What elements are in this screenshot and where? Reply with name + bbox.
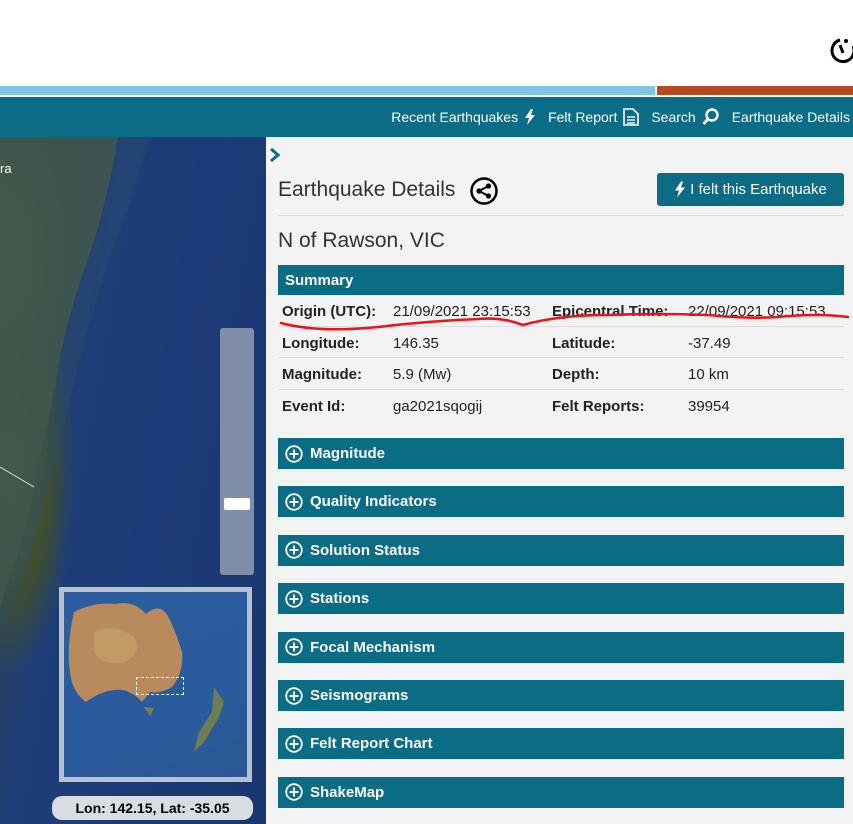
summary-table: Origin (UTC): 21/09/2021 23:15:53 Epicen… [278,295,844,421]
section-solution-status[interactable]: Solution Status [278,534,844,566]
summary-key: Origin (UTC): [282,303,377,320]
section-label: Solution Status [310,541,420,559]
document-icon [623,108,640,126]
summary-header: Summary [278,265,844,295]
table-row: Origin (UTC): 21/09/2021 23:15:53 Epicen… [278,295,844,327]
plus-circle-icon [285,638,303,656]
summary-value: 21/09/2021 23:15:53 [393,303,531,320]
summary-key: Magnitude: [282,366,362,383]
section-label: Focal Mechanism [310,638,436,656]
section-felt-report-chart[interactable]: Felt Report Chart [278,728,844,760]
summary-key: Event Id: [282,397,346,415]
plus-circle-icon [285,493,303,511]
summary-value: 22/09/2021 09:15:53 [688,303,826,320]
lightning-icon [525,109,536,125]
share-icon[interactable] [470,177,498,205]
summary-value: 146.35 [393,334,439,352]
summary-key: Felt Reports: [552,397,645,415]
plus-circle-icon [285,589,303,608]
section-label: Seismograms [310,687,409,704]
section-label: Stations [310,590,370,608]
search-icon [702,108,719,126]
summary-value: ga2021sqogij [393,397,483,415]
minimap-view-box [136,677,184,695]
nav-search[interactable]: Search [651,108,719,126]
section-magnitude[interactable]: Magnitude [278,438,844,469]
nav-felt-report-label: Felt Report [548,109,618,125]
header-stripe-blue [0,86,655,95]
nav-earthquake-details[interactable]: Earthquake Details [732,109,850,125]
summary-key: Epicentral Time: [552,303,669,320]
summary-key: Depth: [552,366,600,383]
nav-recent-earthquakes[interactable]: Recent Earthquakes [391,109,536,125]
zoom-slider-handle[interactable] [224,498,250,510]
map-place-label: ra [0,161,12,176]
navigation-bar: Recent Earthquakes Felt Report Search Ea… [0,97,853,137]
lightning-icon [675,181,686,198]
title-divider [278,215,844,216]
section-label: Magnitude [310,445,385,462]
chevron-right-icon[interactable] [269,148,281,162]
plus-circle-icon [285,541,303,559]
section-seismograms[interactable]: Seismograms [278,680,844,711]
section-stations[interactable]: Stations [278,583,844,615]
plus-circle-icon [285,783,303,801]
table-row: Magnitude: 5.9 (Mw) Depth: 10 km [278,358,844,390]
event-location: N of Rawson, VIC [278,229,445,252]
summary-key: Longitude: [282,334,360,352]
section-shakemap[interactable]: ShakeMap [278,776,844,808]
plus-circle-icon [285,686,303,705]
summary-key: Latitude: [552,334,616,352]
summary-value: -37.49 [688,334,731,352]
cursor-coordinates: Lon: 142.15, Lat: -35.05 [52,796,253,820]
summary-value: 10 km [688,366,729,383]
table-row: Longitude: 146.35 Latitude: -37.49 [278,327,844,358]
felt-earthquake-button[interactable]: I felt this Earthquake [657,173,844,206]
section-quality-indicators[interactable]: Quality Indicators [278,486,844,518]
summary-value: 5.9 (Mw) [393,366,452,383]
section-label: ShakeMap [310,783,385,801]
header-stripe-brown [657,86,853,95]
header-area [0,0,853,86]
table-row: Event Id: ga2021sqogij Felt Reports: 399… [278,390,844,422]
page-title: Earthquake Details [278,178,456,201]
plus-circle-icon [285,735,303,753]
plus-circle-icon [285,444,303,463]
nav-earthquake-details-label: Earthquake Details [731,109,850,125]
overview-minimap[interactable] [59,587,252,782]
section-focal-mechanism[interactable]: Focal Mechanism [278,631,844,663]
zoom-slider[interactable] [220,328,254,575]
felt-earthquake-button-label: I felt this Earthquake [690,181,827,198]
section-label: Quality Indicators [310,493,437,511]
nav-felt-report[interactable]: Felt Report [548,108,640,126]
nav-search-label: Search [651,109,696,125]
summary-value: 39954 [688,397,730,415]
nav-recent-earthquakes-label: Recent Earthquakes [391,109,519,125]
section-label: Felt Report Chart [310,735,433,753]
logo-icon [830,38,853,64]
